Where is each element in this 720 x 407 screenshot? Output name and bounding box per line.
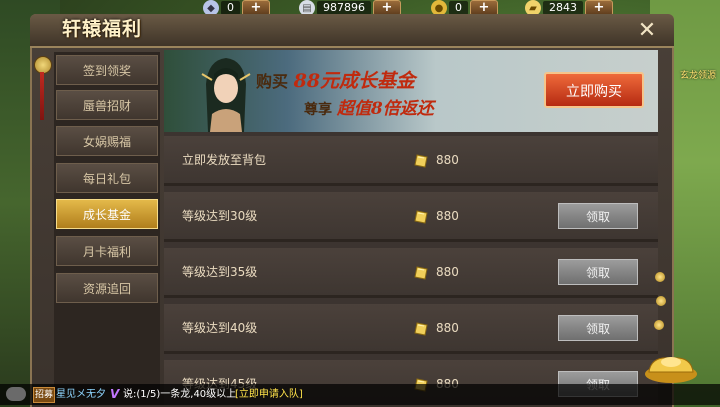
chat-message: 说:(1/5)一条龙,40级以上: [123, 389, 237, 400]
banner-return-highlight: 超值8倍返还: [336, 99, 434, 119]
banner-line-1: 购买 88元成长基金: [256, 70, 416, 92]
reward-row: 立即发放至背包 880: [164, 136, 658, 186]
gold-ingot-icon: [414, 154, 428, 168]
reward-amount: 880: [436, 209, 459, 223]
close-button[interactable]: ✕: [634, 19, 660, 43]
coin-decoration-icon: [654, 320, 664, 330]
resource-value: 987896: [317, 1, 371, 15]
gold-ingot-icon: [414, 322, 428, 336]
resource-value: 2843: [543, 1, 583, 15]
gold-ingot-decoration-icon: [645, 357, 697, 383]
reward-amount: 880: [436, 321, 459, 335]
apply-team-link[interactable]: [立即申请入队]: [235, 384, 303, 405]
claim-button[interactable]: 领取: [558, 259, 638, 285]
reward-amount: 880: [436, 265, 459, 279]
character-portrait: [201, 58, 251, 132]
growth-fund-content: 购买 88元成长基金 尊享 超值8倍返还 立即购买 立即发放至背包 880 等级…: [164, 50, 658, 405]
buy-now-button[interactable]: 立即购买: [544, 72, 644, 108]
banner-fund-highlight: 88元成长基金: [293, 70, 416, 92]
coin-decoration-icon: [655, 272, 665, 282]
reward-condition: 等级达到30级: [182, 209, 258, 223]
scene-label: 玄龙领源: [680, 71, 717, 81]
chat-bar[interactable]: 招募 星见メ无夕 V 说:(1/5)一条龙,40级以上 [立即申请入队]: [0, 384, 720, 405]
recruit-tag: 招募: [33, 387, 55, 403]
gold-ingot-icon: [414, 210, 428, 224]
resource-value: 0: [449, 1, 468, 15]
claim-button[interactable]: 领取: [558, 315, 638, 341]
tab-sign-in[interactable]: 签到领奖: [56, 55, 158, 85]
tab-daily-gift[interactable]: 每日礼包: [56, 163, 158, 193]
reward-condition: 等级达到40级: [182, 321, 258, 335]
reward-row: 等级达到30级 880 领取: [164, 192, 658, 242]
tab-resource-recovery[interactable]: 资源追回: [56, 273, 158, 303]
reward-amount: 880: [436, 153, 459, 167]
tassel-decoration: [40, 72, 44, 120]
chat-sender-name[interactable]: 星见メ无夕: [56, 384, 106, 405]
tab-monthly-card[interactable]: 月卡福利: [56, 236, 158, 266]
resource-value: 0: [221, 1, 240, 15]
tab-growth-fund[interactable]: 成长基金: [56, 199, 158, 229]
claim-button[interactable]: 领取: [558, 203, 638, 229]
tab-fortune-beast[interactable]: 蜃兽招财: [56, 90, 158, 120]
promo-banner: 购买 88元成长基金 尊享 超值8倍返还 立即购买: [164, 50, 658, 132]
reward-row: 等级达到40级 880 领取: [164, 304, 658, 354]
coin-decoration-icon: [656, 296, 666, 306]
reward-condition: 等级达到35级: [182, 265, 258, 279]
vip-badge: V: [110, 387, 120, 401]
gold-ingot-icon: [414, 266, 428, 280]
panel-title: 轩辕福利: [62, 18, 143, 40]
reward-row: 等级达到35级 880 领取: [164, 248, 658, 298]
tab-nuwa-blessing[interactable]: 女娲赐福: [56, 126, 158, 156]
reward-condition: 立即发放至背包: [182, 153, 267, 167]
banner-line-2: 尊享 超值8倍返还: [304, 99, 434, 119]
chat-bubble-icon[interactable]: [6, 387, 26, 401]
